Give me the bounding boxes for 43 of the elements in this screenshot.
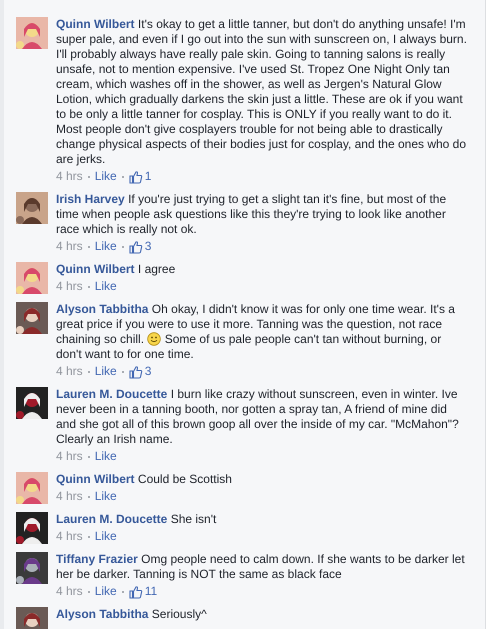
- timestamp: 4 hrs: [56, 449, 83, 464]
- timestamp: 4 hrs: [56, 239, 83, 254]
- author-link[interactable]: Quinn Wilbert: [56, 17, 135, 31]
- author-link[interactable]: Lauren M. Doucette: [56, 387, 168, 401]
- comment-text: Alyson Tabbitha Seriously^: [56, 607, 208, 622]
- author-link[interactable]: Alyson Tabbitha: [56, 302, 148, 316]
- comment-text: Alyson Tabbitha Oh okay, I didn't know it was for only one time wear. It's a great price if you were to use it more. Tanning was the question, not race chaining so chill. Some of us pale people can't tan without burning, or don't want to for one time.: [56, 302, 456, 362]
- thumbs-up-icon: [128, 584, 143, 598]
- like-link[interactable]: Like: [94, 584, 117, 599]
- author-link[interactable]: Quinn Wilbert: [56, 262, 135, 276]
- smiley-icon: [147, 332, 162, 346]
- comment-text: Quinn Wilbert Could be Scottish: [56, 472, 233, 487]
- timestamp: 4 hrs: [56, 529, 83, 544]
- like-link[interactable]: Like: [94, 529, 117, 544]
- timestamp: 4 hrs: [56, 364, 83, 379]
- comment-text: Lauren M. Doucette I burn like crazy without sunscreen, even in winter. Ive never been in a tanning booth, nor gotten a spray tan, A friend of mine did and she got all of this brown goop all over the inside of my car. "McMahon"? Clearly an Irish name.: [56, 387, 460, 447]
- author-link[interactable]: Quinn Wilbert: [56, 472, 135, 486]
- thumbs-up-icon: [128, 364, 143, 378]
- comment-text: Tiffany Frazier Omg people need to calm down. If she wants to be darker let her be darker. Tanning is NOT the same as black face: [56, 552, 466, 582]
- comment-text: Irish Harvey If you're just trying to get a slight tan it's fine, but most of the time when people ask questions like this they're trying to look like another race which is really not ok.: [56, 192, 448, 237]
- like-link[interactable]: Like: [94, 449, 117, 464]
- comment-text: Quinn Wilbert I agree: [56, 262, 176, 277]
- like-link[interactable]: Like: [94, 239, 117, 254]
- like-count: 3: [144, 239, 152, 254]
- like-link[interactable]: Like: [94, 169, 117, 184]
- timestamp: 4 hrs: [56, 584, 83, 599]
- thumbs-up-icon: [128, 170, 143, 184]
- like-count: 1: [144, 169, 152, 184]
- author-link[interactable]: Lauren M. Doucette: [56, 512, 168, 526]
- like-count: 3: [144, 364, 152, 379]
- thumbs-up-icon: [128, 240, 143, 254]
- timestamp: 4 hrs: [56, 489, 83, 504]
- like-link[interactable]: Like: [94, 489, 117, 504]
- timestamp: 4 hrs: [56, 279, 83, 294]
- like-link[interactable]: Like: [94, 279, 117, 294]
- author-link[interactable]: Irish Harvey: [56, 192, 125, 206]
- comment-text: Quinn Wilbert It's okay to get a little tanner, but don't do anything unsafe! I'm super pale, and even if I go out into the sun with sunscreen on, I always burn. I'll probably always have really pale skin. Going to tanning salons is really unsafe, not to mention expensive. I've used St. Tropez One Night Only tan cream, which washes off in the shower, as well as Jergen's Natural Glow Lotion, which gradually darkens the skin just a little. These are ok if you want to be only a little tanner for cosplay. This is ONLY if you really want to do it. Most people don't give cosplayers trouble for not being able to drastically change physical aspects of their bodies just for cosplay, and the ones who do are jerks.: [56, 17, 468, 167]
- author-link[interactable]: Tiffany Frazier: [56, 552, 138, 566]
- like-link[interactable]: Like: [94, 364, 117, 379]
- author-link[interactable]: Alyson Tabbitha: [56, 607, 148, 621]
- like-count: 11: [144, 584, 158, 599]
- comment-text: Lauren M. Doucette She isn't: [56, 512, 218, 527]
- timestamp: 4 hrs: [56, 169, 83, 184]
